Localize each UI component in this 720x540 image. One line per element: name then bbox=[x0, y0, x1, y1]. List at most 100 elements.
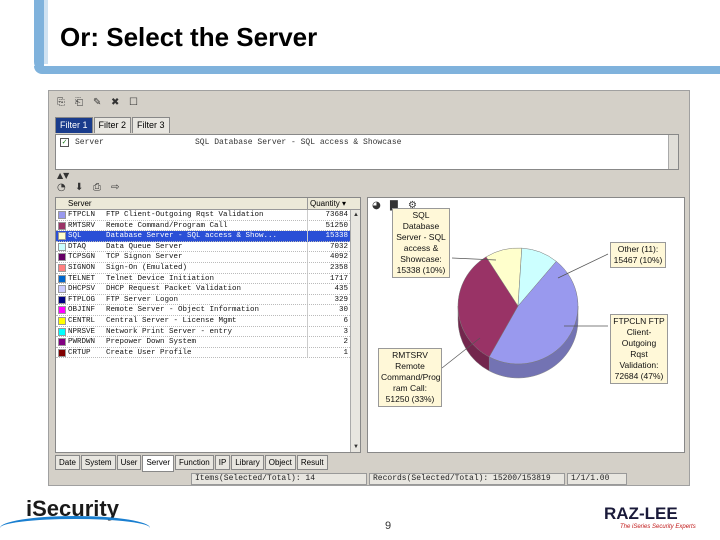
callout-rmtsrv-line: 51250 (33%) bbox=[385, 394, 435, 404]
row-server-code: OBJINF bbox=[68, 306, 96, 315]
scroll-up-icon[interactable]: ▲ bbox=[352, 211, 360, 219]
tab-filter-1[interactable]: Filter 1 bbox=[55, 117, 93, 133]
table-row[interactable]: DTAQ Data Queue Server 7032 bbox=[56, 241, 360, 253]
row-quantity: 1 bbox=[343, 348, 348, 357]
row-color-swatch bbox=[58, 295, 66, 304]
row-color-swatch bbox=[58, 263, 66, 272]
drilldown-icon[interactable]: ⬇ bbox=[75, 182, 87, 194]
callout-other-line: 15467 (10%) bbox=[613, 255, 663, 265]
row-server-code: SIGNON bbox=[68, 263, 96, 272]
tab-ip[interactable]: IP bbox=[214, 455, 231, 470]
table-row[interactable]: SIGNON Sign-On (Emulated) 2358 bbox=[56, 262, 360, 274]
slide-frame-inner bbox=[44, 0, 48, 64]
row-color-swatch bbox=[58, 242, 66, 251]
row-color-swatch bbox=[58, 285, 66, 294]
table-row[interactable]: FTPLOG FTP Server Logon 329 bbox=[56, 294, 360, 306]
table-row[interactable]: PWRDWN Prepower Down System 2 bbox=[56, 337, 360, 348]
row-quantity: 2 bbox=[343, 338, 348, 347]
razlee-logo-text: RAZ-LEE bbox=[604, 504, 678, 523]
row-server-description: Sign-On (Emulated) bbox=[106, 262, 308, 273]
chart-icon[interactable]: ◔ bbox=[57, 182, 69, 194]
table-row[interactable]: SQL Database Server - SQL access & Show..… bbox=[56, 231, 360, 242]
filter-checkbox[interactable]: ✓ bbox=[60, 138, 69, 147]
row-server-description: TCP Signon Server bbox=[106, 252, 308, 262]
pie-chart-panel: ◕ ▇ ⚙ SQL Database Server - SQL access &… bbox=[367, 197, 685, 453]
row-server-description: DHCP Request Packet Validation bbox=[106, 284, 308, 294]
status-records: Records(Selected/Total): 15200/153819 bbox=[369, 473, 565, 485]
table-row[interactable]: DHCPSV DHCP Request Packet Validation 435 bbox=[56, 284, 360, 295]
row-server-description: Telnet Device Initiation bbox=[106, 273, 308, 284]
callout-rmtsrv: RMTSRV Remote Command/Prog ram Call: 512… bbox=[378, 348, 442, 407]
grid-scrollbar[interactable]: ▲ ▼ bbox=[350, 210, 360, 452]
callout-ftpcln-line: Client- bbox=[626, 327, 652, 337]
splitter-arrows-icon[interactable]: ▲▼ bbox=[57, 171, 69, 180]
edit-filter-icon[interactable]: ✎ bbox=[93, 97, 105, 109]
print-icon[interactable]: ⎙ bbox=[93, 182, 105, 194]
tab-user[interactable]: User bbox=[116, 455, 142, 470]
sort-desc-icon: ▾ bbox=[342, 199, 347, 208]
row-color-swatch bbox=[58, 211, 66, 219]
add-filter-icon[interactable]: ⎘ bbox=[57, 97, 69, 109]
filter-field: Server bbox=[75, 138, 104, 147]
clear-filter-icon[interactable]: ☐ bbox=[129, 97, 141, 109]
table-row[interactable]: TELNET Telnet Device Initiation 1717 bbox=[56, 273, 360, 285]
callout-ftpcln-line: 72684 (47%) bbox=[614, 371, 664, 381]
row-server-code: SQL bbox=[68, 232, 82, 241]
razlee-tagline: The iSeries Security Experts bbox=[620, 524, 696, 530]
table-row[interactable]: TCPSGN TCP Signon Server 4092 bbox=[56, 252, 360, 263]
grid-toolbar: ◔ ⬇ ⎙ ⇨ bbox=[57, 182, 123, 194]
table-row[interactable]: NPRSVE Network Print Server - entry 3 bbox=[56, 326, 360, 338]
column-header-server[interactable]: Server bbox=[56, 198, 308, 209]
table-row[interactable]: OBJINF Remote Server - Object Information… bbox=[56, 305, 360, 316]
callout-sql-line: Database bbox=[402, 221, 440, 231]
logo-swoosh bbox=[0, 516, 150, 540]
row-quantity: 435 bbox=[334, 285, 348, 294]
table-row[interactable]: FTPCLN FTP Client-Outgoing Rqst Validatio… bbox=[56, 210, 360, 221]
status-items: Items(Selected/Total): 14 bbox=[191, 473, 367, 485]
row-server-code: DTAQ bbox=[68, 242, 87, 251]
row-color-swatch bbox=[58, 253, 66, 262]
callout-rmtsrv-line: ram Call: bbox=[392, 383, 427, 393]
filter-value: SQL Database Server - SQL access & Showc… bbox=[195, 138, 402, 147]
column-header-quantity[interactable]: Quantity ▾ bbox=[308, 198, 352, 209]
row-color-swatch bbox=[58, 221, 66, 230]
row-quantity: 73684 bbox=[325, 211, 348, 219]
row-server-code: TELNET bbox=[68, 274, 96, 283]
row-color-swatch bbox=[58, 274, 66, 283]
row-quantity: 329 bbox=[334, 295, 348, 304]
delete-filter-icon[interactable]: ✖ bbox=[111, 97, 123, 109]
tab-filter-3[interactable]: Filter 3 bbox=[132, 117, 170, 133]
row-server-description: Prepower Down System bbox=[106, 337, 308, 347]
tab-server[interactable]: Server bbox=[142, 455, 175, 472]
filter-list: ✓ Server SQL Database Server - SQL acces… bbox=[55, 134, 679, 170]
export-icon[interactable]: ⇨ bbox=[111, 182, 123, 194]
tab-library[interactable]: Library bbox=[231, 455, 264, 470]
row-color-swatch bbox=[58, 338, 66, 347]
callout-ftpcln: FTPCLN FTP Client- Outgoing Rqst Validat… bbox=[610, 314, 668, 384]
row-server-description: Remote Command/Program Call bbox=[106, 220, 308, 231]
table-row[interactable]: CENTRL Central Server - License Mgmt 6 bbox=[56, 315, 360, 327]
table-row[interactable]: RMTSRV Remote Command/Program Call 51250 bbox=[56, 220, 360, 232]
callout-rmtsrv-line: RMTSRV bbox=[392, 350, 428, 360]
filter-row[interactable]: ✓ Server SQL Database Server - SQL acces… bbox=[60, 138, 401, 147]
copy-filter-icon[interactable]: ⎗ bbox=[75, 97, 87, 109]
tab-result[interactable]: Result bbox=[296, 455, 328, 470]
row-quantity: 15338 bbox=[325, 232, 348, 241]
tab-system[interactable]: System bbox=[80, 455, 116, 470]
tab-function[interactable]: Function bbox=[175, 455, 214, 470]
filter-scrollbar[interactable] bbox=[668, 135, 678, 169]
row-server-description: Central Server - License Mgmt bbox=[106, 315, 308, 326]
row-color-swatch bbox=[58, 232, 66, 241]
row-server-code: CENTRL bbox=[68, 316, 96, 325]
scroll-down-icon[interactable]: ▼ bbox=[352, 443, 360, 451]
table-row[interactable]: CRTUP Create User Profile 1 bbox=[56, 347, 360, 359]
tab-date[interactable]: Date bbox=[55, 455, 80, 470]
slide-frame-left bbox=[34, 0, 44, 72]
tab-filter-2[interactable]: Filter 2 bbox=[93, 117, 132, 133]
tab-object[interactable]: Object bbox=[264, 455, 296, 470]
callout-sql-line: Server - SQL bbox=[396, 232, 446, 242]
status-bar: Items(Selected/Total): 14 Records(Select… bbox=[191, 473, 629, 485]
row-quantity: 2358 bbox=[329, 263, 348, 272]
callout-sql-line: access & bbox=[403, 243, 439, 253]
row-server-code: FTPLOG bbox=[68, 295, 96, 304]
